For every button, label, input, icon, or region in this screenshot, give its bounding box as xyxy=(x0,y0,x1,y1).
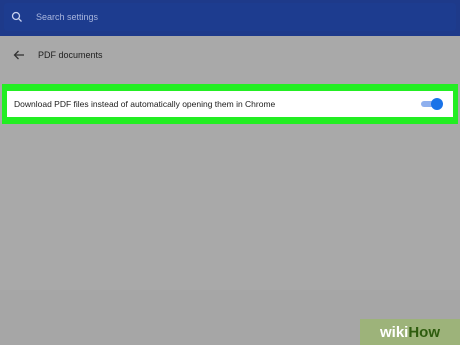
search-input[interactable] xyxy=(34,11,418,23)
search-icon xyxy=(11,11,22,22)
arrow-left-icon[interactable] xyxy=(12,48,26,62)
settings-panel xyxy=(0,36,460,290)
page-title: PDF documents xyxy=(38,50,103,60)
search-box[interactable] xyxy=(4,3,456,31)
setting-label: Download PDF files instead of automatica… xyxy=(14,99,276,109)
page-header: PDF documents xyxy=(0,44,460,66)
setting-row-download-pdf[interactable]: Download PDF files instead of automatica… xyxy=(7,91,453,117)
download-pdf-toggle[interactable] xyxy=(421,98,443,110)
toggle-knob xyxy=(431,98,443,110)
watermark-how: How xyxy=(408,323,441,341)
wikihow-watermark: wiki How xyxy=(360,319,460,345)
top-bar xyxy=(0,0,460,36)
watermark-wiki: wiki xyxy=(379,323,409,341)
